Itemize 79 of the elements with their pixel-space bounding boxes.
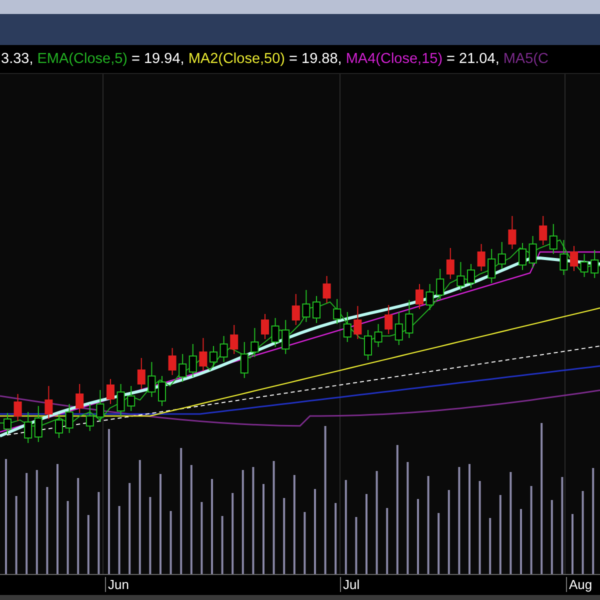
volume-bar	[355, 517, 358, 574]
candlestick	[199, 338, 208, 372]
candlestick	[158, 376, 166, 406]
candlestick	[416, 284, 424, 310]
legend-text: MA5(C	[503, 51, 548, 67]
candlestick	[446, 248, 454, 280]
volume-bar	[87, 515, 90, 574]
candlestick	[560, 240, 568, 276]
candlestick	[498, 242, 506, 270]
candlestick	[549, 224, 558, 254]
candlestick	[65, 404, 74, 434]
candlestick	[436, 268, 444, 300]
candlestick	[528, 236, 537, 268]
candlestick	[76, 384, 84, 414]
volume-bar	[304, 512, 306, 574]
candlestick	[374, 324, 382, 348]
candlestick	[55, 414, 63, 438]
candlestick	[384, 304, 393, 334]
candlestick	[580, 254, 588, 278]
candlestick	[261, 314, 269, 340]
candlestick	[96, 390, 104, 422]
month-label: Aug	[566, 577, 592, 592]
candlestick	[230, 324, 238, 354]
volume-bar	[200, 502, 203, 574]
candlestick	[426, 284, 434, 310]
legend-text: EMA(Close,5)	[37, 51, 128, 67]
candlestick	[292, 294, 300, 326]
candlestick	[44, 386, 53, 420]
candlestick	[4, 412, 12, 434]
candlestick	[168, 348, 176, 376]
month-label: Jul	[340, 577, 360, 592]
candlestick	[508, 216, 516, 250]
volume-bar	[334, 503, 337, 574]
candlestick	[405, 300, 414, 338]
candlestick	[477, 244, 486, 272]
month-label: Jun	[105, 577, 129, 592]
candlestick	[539, 216, 548, 246]
candlestick	[24, 412, 32, 444]
candlestick	[240, 342, 248, 378]
candlestick	[34, 406, 42, 442]
volume-bar	[118, 506, 120, 574]
candlestick	[570, 246, 578, 272]
candlestick	[210, 346, 218, 368]
volume-bar	[386, 508, 388, 574]
candlestick	[467, 264, 475, 288]
candlestick	[14, 394, 22, 422]
candlestick	[271, 318, 280, 348]
legend-text: MA2(Close,50)	[188, 51, 286, 67]
candlestick	[148, 362, 156, 398]
legend-text: 3.33,	[1, 51, 34, 67]
candlestick	[312, 296, 320, 324]
candlestick	[220, 336, 228, 362]
candlestick	[116, 384, 125, 416]
legend-text: = 21.04,	[446, 51, 500, 67]
volume-bar	[489, 518, 492, 574]
candlestick	[127, 386, 136, 412]
candlestick	[488, 248, 496, 284]
candlestick	[354, 306, 362, 340]
volume-bar	[438, 513, 440, 574]
candlestick	[456, 262, 465, 292]
candlestick	[364, 330, 372, 360]
candlestick	[302, 290, 310, 322]
legend-text: = 19.94,	[132, 51, 184, 67]
legend-text: MA4(Close,15)	[346, 51, 443, 67]
legend-text: = 19.88,	[289, 51, 342, 67]
candlestick	[322, 276, 331, 304]
candlestick	[282, 320, 290, 354]
volume-bar	[221, 516, 224, 574]
candlestick	[250, 328, 259, 358]
candlestick	[518, 242, 526, 270]
candlestick	[178, 354, 187, 382]
candlestick	[394, 312, 403, 346]
candlestick	[188, 344, 197, 378]
candlestick	[343, 312, 352, 342]
candlestick	[137, 358, 146, 390]
volume-bar	[170, 511, 172, 574]
candlestick	[333, 298, 342, 324]
candlestick	[86, 404, 94, 432]
candlestick	[106, 378, 114, 404]
